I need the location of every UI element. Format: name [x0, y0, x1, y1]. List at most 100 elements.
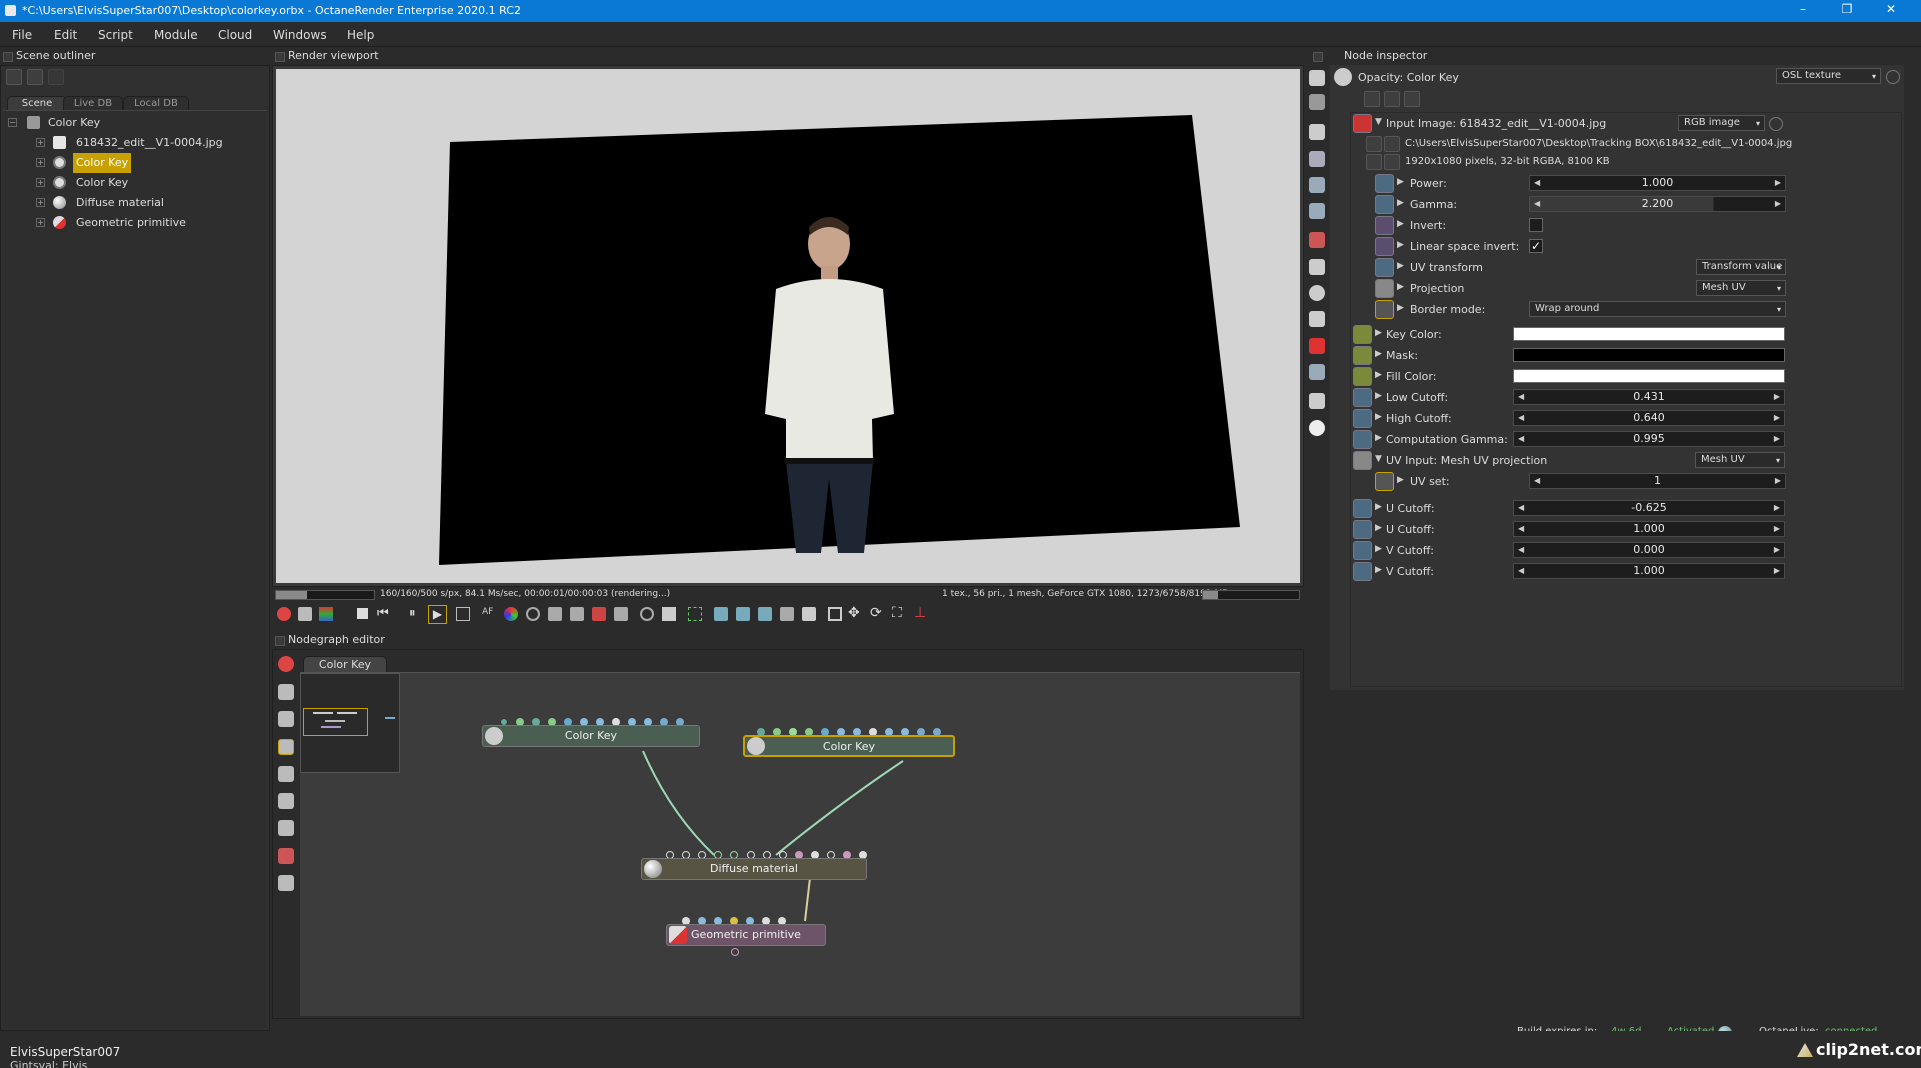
v-cutoff-slider-1[interactable]: ◀ 0.000 ▶ — [1513, 542, 1785, 558]
side-icon-5[interactable] — [1309, 177, 1325, 193]
menu-module[interactable]: Module — [154, 28, 198, 42]
tree-item-image[interactable]: + 618432_edit__V1-0004.jpg — [3, 133, 263, 153]
menu-help[interactable]: Help — [347, 28, 374, 42]
power-row[interactable]: ▶ Power: ◀ 1.000 ▶ — [1351, 173, 1901, 194]
export-icon-2[interactable] — [736, 607, 750, 621]
lock-view-icon[interactable] — [688, 607, 702, 621]
expand-icon[interactable]: + — [36, 158, 45, 167]
file-icon[interactable] — [1366, 136, 1382, 152]
expand-icon[interactable]: + — [36, 198, 45, 207]
expand-arrow[interactable]: ▶ — [1375, 433, 1382, 443]
move-icon[interactable]: ✥ — [848, 605, 860, 621]
side-icon-4[interactable] — [1309, 151, 1325, 167]
low-cutoff-slider[interactable]: ◀ 0.431 ▶ — [1513, 389, 1785, 405]
computation-gamma-slider[interactable]: ◀ 0.995 ▶ — [1513, 431, 1785, 447]
clay-icon[interactable] — [802, 607, 816, 621]
side-icon-8[interactable] — [1309, 259, 1325, 275]
uv-transform-row[interactable]: ▶ UV transform Transform value ▾ — [1351, 257, 1901, 278]
outliner-tool-icon-1[interactable] — [6, 69, 22, 85]
render-viewport[interactable] — [272, 65, 1304, 587]
maximize-button[interactable]: ❐ — [1837, 2, 1857, 16]
linear-invert-row[interactable]: ▶ Linear space invert: ✓ — [1351, 236, 1901, 257]
node-tool-icon-2[interactable] — [278, 711, 294, 727]
tab-live-db[interactable]: Live DB — [63, 96, 123, 110]
u-cutoff-row-2[interactable]: ▶ U Cutoff: ◀ 1.000 ▶ — [1351, 519, 1901, 540]
expand-icon[interactable]: + — [36, 178, 45, 187]
zoom-icon[interactable] — [640, 607, 654, 621]
expand-arrow[interactable]: ▶ — [1397, 219, 1404, 229]
pick-material-icon[interactable] — [592, 607, 606, 621]
uv-transform-dropdown[interactable]: Transform value ▾ — [1696, 259, 1786, 275]
film-icon[interactable] — [1366, 154, 1382, 170]
border-mode-dropdown[interactable]: Wrap around ▾ — [1529, 301, 1786, 317]
refresh-icon[interactable] — [48, 69, 64, 85]
menu-file[interactable]: File — [12, 28, 32, 42]
restart-icon[interactable] — [298, 607, 312, 621]
power-slider[interactable]: ◀ 1.000 ▶ — [1529, 175, 1786, 191]
tree-item-color-key-selected[interactable]: + Color Key — [3, 153, 263, 173]
edit-icon[interactable] — [1404, 91, 1420, 107]
computation-gamma-row[interactable]: ▶ Computation Gamma: ◀ 0.995 ▶ — [1351, 429, 1901, 450]
menu-script[interactable]: Script — [98, 28, 133, 42]
gizmo-box-icon[interactable] — [828, 607, 842, 621]
expand-icon[interactable]: + — [36, 218, 45, 227]
pause-icon[interactable]: ⏸ — [409, 606, 416, 621]
input-type-dropdown[interactable]: RGB image ▾ — [1678, 115, 1765, 131]
input-image-row[interactable]: ▼ Input Image: 618432_edit__V1-0004.jpg … — [1351, 113, 1901, 134]
fill-color-row[interactable]: ▶ Fill Color: — [1351, 366, 1901, 387]
grid-icon[interactable] — [278, 875, 294, 891]
nodegraph-canvas[interactable]: Color Key Color Key Diffuse material Geo… — [300, 672, 1300, 1016]
projection-dropdown[interactable]: Mesh UV ▾ — [1696, 280, 1786, 296]
expand-arrow[interactable]: ▶ — [1375, 370, 1382, 380]
high-cutoff-row[interactable]: ▶ High Cutoff: ◀ 0.640 ▶ — [1351, 408, 1901, 429]
af-icon[interactable]: AF — [482, 607, 496, 621]
cube-icon[interactable] — [319, 607, 333, 621]
menu-windows[interactable]: Windows — [273, 28, 327, 42]
key-color-swatch[interactable] — [1513, 327, 1785, 341]
uv-set-row[interactable]: ▶ UV set: ◀ 1 ▶ — [1351, 471, 1901, 492]
u-cutoff-slider-1[interactable]: ◀ -0.625 ▶ — [1513, 500, 1785, 516]
high-cutoff-slider[interactable]: ◀ 0.640 ▶ — [1513, 410, 1785, 426]
v-cutoff-row-1[interactable]: ▶ V Cutoff: ◀ 0.000 ▶ — [1351, 540, 1901, 561]
expand-arrow[interactable]: ▶ — [1375, 328, 1382, 338]
menu-cloud[interactable]: Cloud — [218, 28, 252, 42]
node-tool-icon-6[interactable] — [278, 820, 294, 836]
expand-arrow[interactable]: ▶ — [1375, 544, 1382, 554]
expand-arrow[interactable]: ▶ — [1397, 177, 1404, 187]
expand-arrow[interactable]: ▶ — [1397, 261, 1404, 271]
export-icon-3[interactable] — [758, 607, 772, 621]
node-tool-icon-3[interactable] — [278, 739, 294, 755]
node-tool-icon-1[interactable] — [278, 684, 294, 700]
mask-swatch[interactable] — [1513, 348, 1785, 362]
gamma-slider[interactable]: ◀ 2.200 ▶ — [1529, 196, 1786, 212]
tree-item-diffuse[interactable]: + Diffuse material — [3, 193, 263, 213]
u-cutoff-slider-2[interactable]: ◀ 1.000 ▶ — [1513, 521, 1785, 537]
expand-icon[interactable]: + — [36, 138, 45, 147]
border-mode-row[interactable]: ▶ Border mode: Wrap around ▾ — [1351, 299, 1901, 320]
color-picker-icon[interactable] — [504, 607, 518, 621]
expand-arrow[interactable]: ▶ — [1397, 240, 1404, 250]
scale-icon[interactable]: ⛶ — [892, 605, 902, 621]
side-icon-6[interactable] — [1309, 203, 1325, 219]
expand-arrow[interactable]: ▶ — [1397, 198, 1404, 208]
collapse-arrow[interactable]: ▼ — [1375, 117, 1382, 127]
tab-local-db[interactable]: Local DB — [123, 96, 189, 110]
decal-icon[interactable] — [780, 607, 794, 621]
collapse-arrow[interactable]: ▼ — [1375, 454, 1382, 464]
node-tool-icon-5[interactable] — [278, 793, 294, 809]
outliner-tool-icon-2[interactable] — [27, 69, 43, 85]
expand-arrow[interactable]: ▶ — [1397, 475, 1404, 485]
export-icon-1[interactable] — [714, 607, 728, 621]
node-tool-icon-7[interactable] — [278, 848, 294, 864]
tab-color-key[interactable]: Color Key — [303, 656, 387, 672]
geometry-output-pin[interactable] — [731, 948, 739, 956]
menu-edit[interactable]: Edit — [54, 28, 77, 42]
uv-set-slider[interactable]: ◀ 1 ▶ — [1529, 473, 1786, 489]
expand-arrow[interactable]: ▶ — [1375, 349, 1382, 359]
tree-root[interactable]: − Color Key — [3, 113, 263, 133]
linear-invert-checkbox[interactable]: ✓ — [1529, 239, 1543, 253]
u-cutoff-row-1[interactable]: ▶ U Cutoff: ◀ -0.625 ▶ — [1351, 498, 1901, 519]
fill-color-swatch[interactable] — [1513, 369, 1785, 383]
node-color-key-2[interactable]: Color Key — [743, 735, 955, 757]
tab-scene[interactable]: Scene — [7, 96, 67, 110]
